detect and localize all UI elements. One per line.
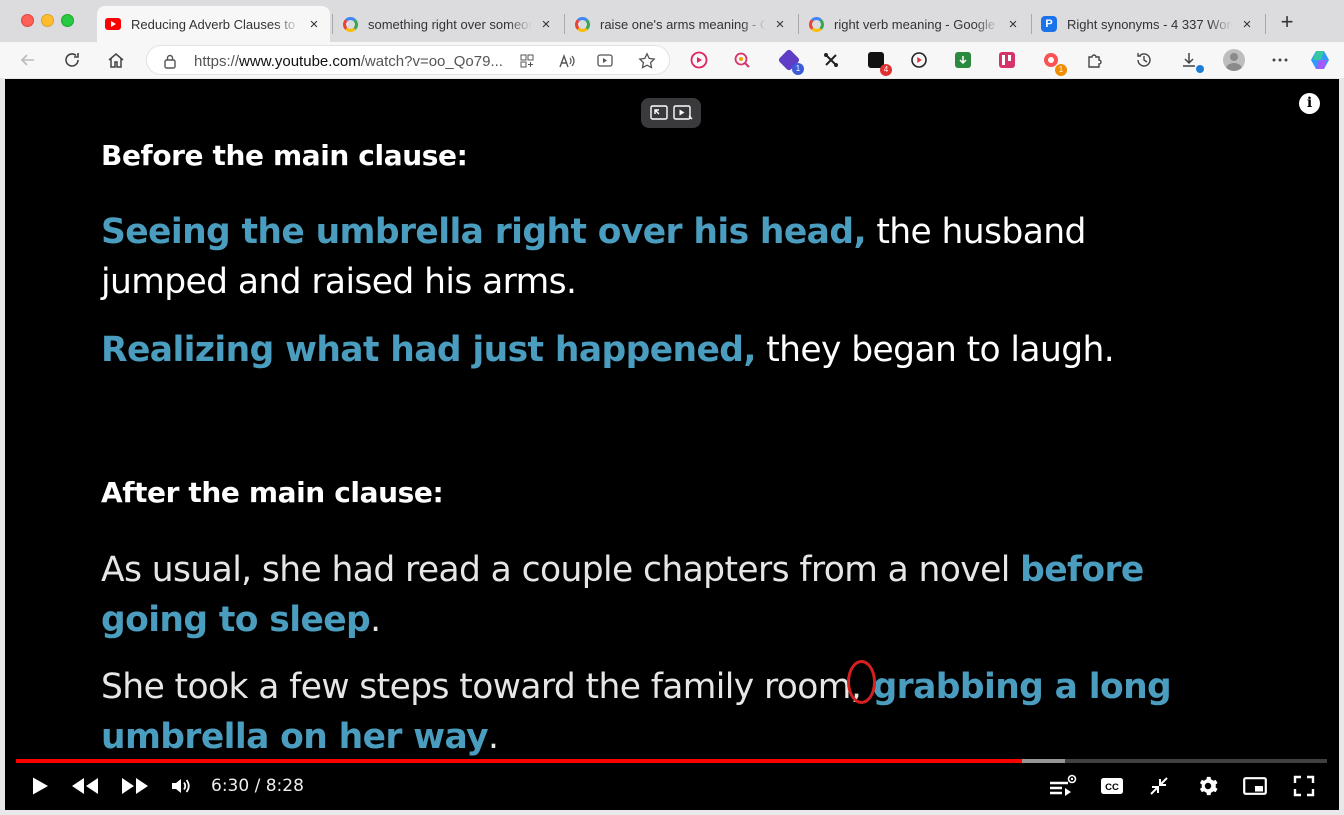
download-extension-icon[interactable] [950,47,976,73]
search-extension-icon[interactable] [729,47,755,73]
google-icon [574,16,590,32]
progress-bar[interactable] [16,759,1327,763]
next-button[interactable] [119,772,151,800]
google-icon [808,16,824,32]
fullscreen-icon [1293,775,1315,797]
tab-bar: Reducing Adverb Clauses to Participle Ph… [0,0,1344,42]
minimize-window-button[interactable] [41,14,54,27]
cc-icon: CC [1101,778,1123,794]
video-icon[interactable] [596,51,616,71]
profile-avatar[interactable] [1221,47,1247,73]
volume-icon [172,779,190,793]
history-icon[interactable] [1131,47,1157,73]
fullscreen-button[interactable] [1292,772,1316,800]
tab-title: Right synonyms - 4 337 Words [1067,16,1233,32]
previous-button[interactable] [69,772,101,800]
autoplay-settings-button[interactable] [1045,772,1079,800]
circled-comma: , [846,660,877,712]
miniplayer-icon [1243,777,1267,795]
extension-badge: 1 [792,63,804,75]
read-aloud-icon[interactable] [557,51,577,71]
tab-google-2[interactable]: raise one's arms meaning - Google × [566,8,796,40]
played-bar [16,759,1022,763]
wand-extension-icon[interactable]: 1 [776,47,804,75]
close-tab-icon[interactable]: × [306,16,322,33]
record-extension-icon[interactable] [906,47,932,73]
reload-button[interactable] [59,47,85,73]
collapse-icon [1150,777,1168,795]
url-text: https://www.youtube.com/watch?v=oo_Qo79.… [194,53,503,70]
play-button[interactable] [29,772,51,800]
browser-toolbar: https://www.youtube.com/watch?v=oo_Qo79.… [0,42,1344,78]
volume-button[interactable] [169,772,193,800]
tab-google-3[interactable]: right verb meaning - Google Search × [800,8,1029,40]
youtube-icon [105,16,121,32]
tab-google-1[interactable]: something right over someone × [334,8,562,40]
picture-in-picture-exit-icon[interactable] [649,105,668,121]
notion-extension-icon[interactable]: 4 [863,47,892,76]
gear-icon [1199,776,1218,796]
board-extension-icon[interactable] [994,47,1020,73]
tab-title: Reducing Adverb Clauses to Participle Ph… [131,16,300,32]
subtitles-button[interactable]: CC [1099,772,1125,800]
fast-forward-icon [122,778,148,794]
rewind-icon [72,778,98,794]
sentence-2: Realizing what had just happened, they b… [101,330,1115,370]
time-display: 6:30 / 8:28 [211,776,304,796]
google-icon [342,16,358,32]
close-tab-icon[interactable]: × [1239,16,1255,33]
video-player[interactable]: Before the main clause: Seeing the umbre… [5,79,1339,810]
extensions-puzzle-icon[interactable] [1082,47,1108,73]
svg-text:CC: CC [1105,782,1119,793]
video-overlay-controls [641,98,701,128]
close-tab-icon[interactable]: × [1005,16,1021,33]
downloads-icon[interactable] [1176,47,1204,73]
color-extension-icon[interactable]: 1 [1038,47,1067,76]
tab-power-thesaurus[interactable]: P Right synonyms - 4 337 Words × [1033,8,1263,40]
copilot-icon[interactable] [1307,47,1333,73]
play-icon [33,777,48,795]
youtube-extension-icon[interactable] [686,47,712,73]
home-icon [108,53,124,68]
new-tab-button[interactable]: + [1276,11,1298,34]
heading-after-main-clause: After the main clause: [101,476,444,509]
close-tab-icon[interactable]: × [538,16,554,33]
tab-title: raise one's arms meaning - Google [600,16,766,32]
close-window-button[interactable] [21,14,34,27]
back-button[interactable] [15,47,41,73]
sentence-1: Seeing the umbrella right over his head,… [101,212,1086,302]
info-icon[interactable]: i [1299,93,1320,114]
more-menu-icon[interactable] [1267,47,1293,73]
sentence-3: As usual, she had read a couple chapters… [101,550,1144,640]
miniplayer-button[interactable] [1242,772,1268,800]
favorite-star-icon[interactable] [637,51,657,71]
settings-button[interactable] [1196,772,1220,800]
tab-title: something right over someone [368,16,532,32]
zoom-window-button[interactable] [61,14,74,27]
arrow-left-icon [20,54,34,66]
apps-icon[interactable] [517,51,537,71]
extension-badge: 4 [880,64,892,76]
lock-icon [164,54,176,69]
address-bar[interactable]: https://www.youtube.com/watch?v=oo_Qo79.… [146,45,670,75]
scissors-extension-icon[interactable] [818,47,844,73]
playlist-settings-icon [1050,774,1077,796]
close-tab-icon[interactable]: × [772,16,788,33]
video-enhance-icon[interactable] [672,105,693,121]
reload-icon [65,53,79,67]
extension-badge: 1 [1055,64,1067,76]
heading-before-main-clause: Before the main clause: [101,139,468,172]
tab-title: right verb meaning - Google Search [834,16,999,32]
home-button[interactable] [103,47,129,73]
miniplayer-exit-button[interactable] [1147,772,1171,800]
power-thesaurus-icon: P [1041,16,1057,32]
tab-youtube[interactable]: Reducing Adverb Clauses to Participle Ph… [97,6,330,42]
sentence-4: She took a few steps toward the family r… [101,660,1201,762]
